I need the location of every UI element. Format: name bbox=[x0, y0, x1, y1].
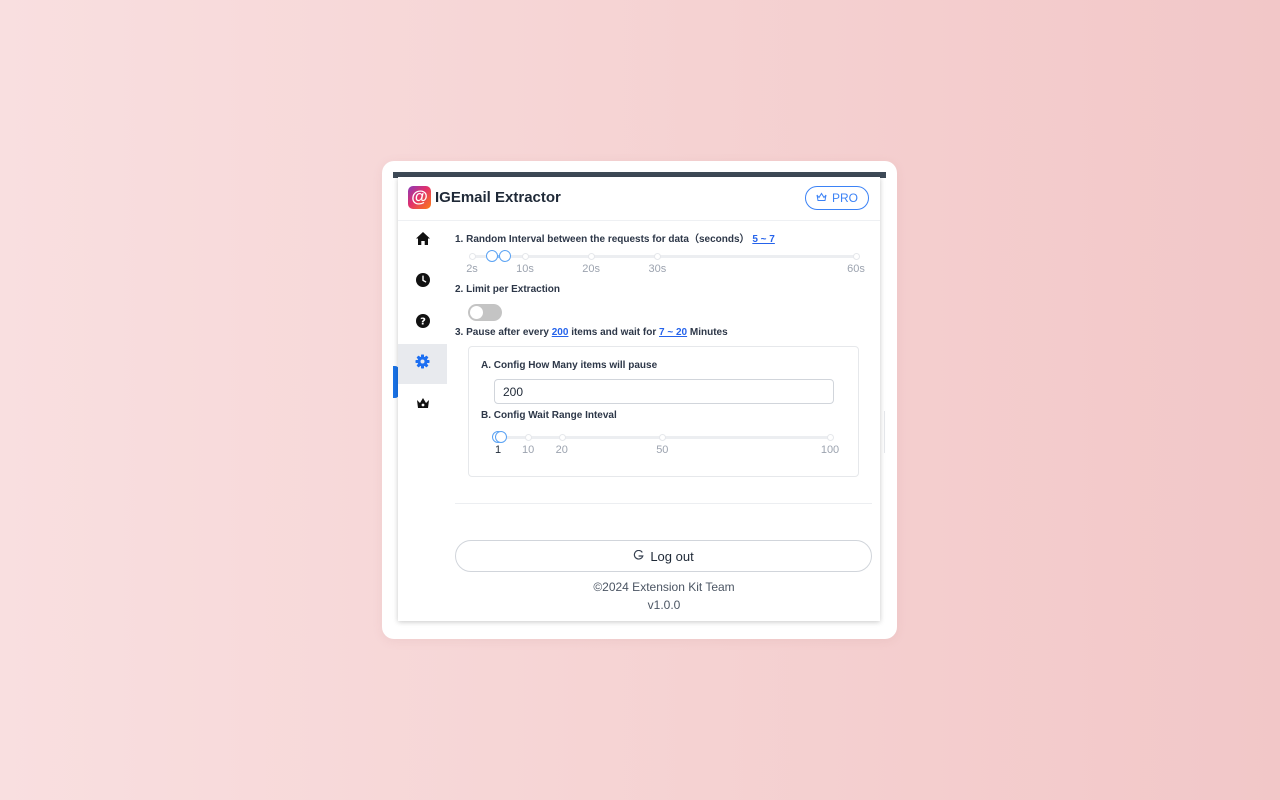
slider-handle[interactable] bbox=[499, 250, 512, 262]
limit-label: 2. Limit per Extraction bbox=[455, 284, 561, 295]
sidebar-item-pro[interactable] bbox=[398, 385, 447, 425]
pause-wait-link[interactable]: 7 ~ 20 bbox=[659, 327, 687, 338]
slider-mark-dot bbox=[659, 434, 667, 441]
slider-mark-label: 60s bbox=[847, 263, 865, 275]
interval-value-link[interactable]: 5 ~ 7 bbox=[752, 234, 775, 245]
app-title: IGEmail Extractor bbox=[435, 189, 561, 206]
slider-mark-label: 2s bbox=[466, 263, 478, 275]
pause-label: 3. Pause after every 200 items and wait … bbox=[455, 327, 728, 338]
logout-button[interactable]: Log out bbox=[455, 540, 872, 572]
pause-label-prefix: 3. Pause after every bbox=[455, 327, 549, 338]
slider-handle[interactable] bbox=[495, 431, 508, 443]
slider-mark-dot bbox=[654, 253, 662, 260]
config-wait-label: B. Config Wait Range Inteval bbox=[481, 410, 617, 421]
slider-mark-label: 10 bbox=[522, 444, 535, 456]
app-logo: @ bbox=[408, 186, 431, 209]
toggle-knob bbox=[470, 306, 483, 319]
slider-mark-dot bbox=[521, 253, 529, 260]
slider-mark-label: 10s bbox=[516, 263, 534, 275]
pause-count-link[interactable]: 200 bbox=[552, 327, 569, 338]
slider-rail bbox=[472, 255, 856, 258]
slider-mark-label: 50 bbox=[656, 444, 669, 456]
background-divider bbox=[884, 411, 885, 453]
svg-text:?: ? bbox=[420, 316, 426, 327]
footer-version: v1.0.0 bbox=[647, 598, 681, 612]
sidebar: ? bbox=[398, 221, 447, 421]
pause-label-middle: items and wait for bbox=[571, 327, 657, 338]
sidebar-item-settings[interactable] bbox=[398, 344, 447, 384]
section-divider bbox=[455, 503, 872, 504]
pause-label-suffix: Minutes bbox=[689, 327, 728, 338]
footer-copyright: ©2024 Extension Kit Team bbox=[593, 580, 735, 594]
popup-header: @ IGEmail Extractor PRO bbox=[398, 177, 880, 221]
slider-mark-label: 30s bbox=[648, 263, 667, 275]
slider-mark-dot bbox=[525, 434, 533, 441]
slider-mark-label: 20s bbox=[582, 263, 601, 275]
slider-mark-dot bbox=[469, 253, 476, 260]
slider-handle[interactable] bbox=[485, 250, 498, 262]
interval-label-text: 1. Random Interval between the requests … bbox=[455, 234, 750, 245]
limit-toggle[interactable] bbox=[468, 304, 502, 321]
interval-range-slider[interactable]: 2s 10s 20s 30s 60s bbox=[466, 250, 865, 275]
crown-outline-icon bbox=[816, 191, 827, 205]
clock-icon bbox=[415, 272, 430, 292]
slider-mark-label: 20 bbox=[555, 444, 568, 456]
slider-mark-label: 1 bbox=[494, 444, 502, 456]
crown-icon bbox=[416, 396, 430, 414]
interval-label: 1. Random Interval between the requests … bbox=[455, 230, 775, 245]
extension-popup: @ IGEmail Extractor PRO ? 1. Random Inte… bbox=[398, 177, 880, 621]
slider-mark-dot bbox=[588, 253, 596, 260]
pro-button[interactable]: PRO bbox=[805, 186, 869, 210]
slider-mark-dot bbox=[853, 253, 860, 260]
sidebar-item-help[interactable]: ? bbox=[398, 303, 447, 343]
help-circle-icon: ? bbox=[415, 313, 430, 333]
google-icon bbox=[633, 549, 644, 564]
pro-label: PRO bbox=[831, 191, 858, 205]
sidebar-item-history[interactable] bbox=[398, 262, 447, 302]
slider-mark-dot bbox=[827, 434, 834, 441]
home-icon bbox=[415, 231, 431, 251]
slider-mark-label: 100 bbox=[820, 444, 840, 456]
wait-range-slider[interactable]: 1 10 20 50 100 bbox=[492, 431, 839, 456]
gear-icon bbox=[415, 354, 430, 374]
slider-mark-dot bbox=[558, 434, 566, 441]
pause-items-input[interactable] bbox=[494, 379, 834, 404]
config-items-label: A. Config How Many items will pause bbox=[481, 360, 658, 371]
logout-label: Log out bbox=[650, 548, 694, 564]
sidebar-item-home[interactable] bbox=[398, 221, 447, 261]
